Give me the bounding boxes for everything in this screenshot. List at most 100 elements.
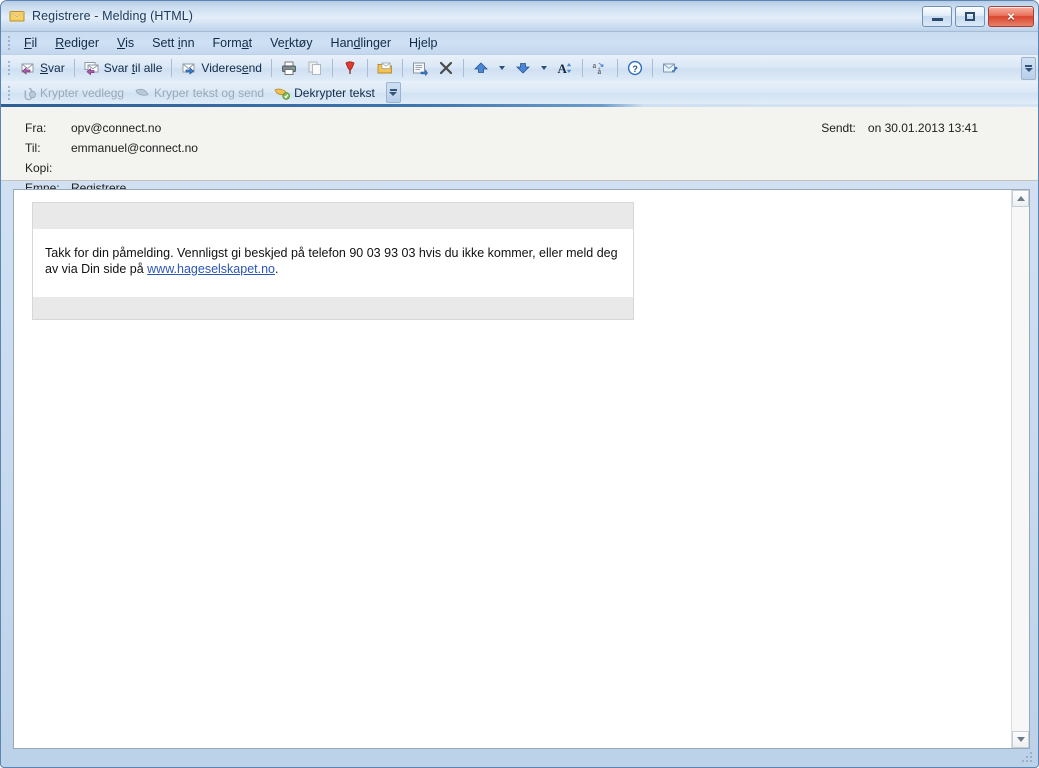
menu-item-vis[interactable]: Vis — [108, 34, 143, 52]
sent-info: Sendt: on 30.01.2013 13:41 — [821, 118, 978, 138]
menu-bar: Fil Rediger Vis Sett inn Format Verktøy … — [1, 32, 1038, 55]
reply-button[interactable]: Svar — [15, 57, 70, 79]
translate-icon: a å — [592, 60, 608, 76]
encrypt-attachment-button[interactable]: Krypter vedlegg — [15, 82, 129, 104]
forward-button[interactable]: Videresend — [176, 57, 267, 79]
toolbar-separator — [331, 59, 333, 77]
window-resize-grip[interactable] — [1021, 751, 1034, 764]
delete-button[interactable] — [433, 57, 459, 79]
previous-item-up-arrow-icon — [473, 60, 489, 76]
menu-item-handlinger-label: linger — [360, 36, 392, 50]
menu-item-hjelp[interactable]: Hjelp — [400, 34, 447, 52]
toolbar-separator — [73, 59, 75, 77]
next-dropdown-caret-icon[interactable] — [540, 66, 547, 70]
encrypt-text-send-button[interactable]: Kryper tekst og send — [129, 82, 269, 104]
toolbar-options-bar — [1025, 65, 1032, 67]
message-text: Takk for din påmelding. Vennligst gi bes… — [33, 229, 633, 297]
help-button[interactable]: ? — [622, 57, 648, 79]
menu-item-rediger[interactable]: Rediger — [46, 34, 108, 52]
create-rule-icon — [412, 60, 428, 77]
reply-all-button[interactable]: Svar til alle — [79, 57, 168, 79]
svg-text:?: ? — [632, 64, 638, 74]
hageselskapet-link[interactable]: www.hageselskapet.no — [147, 262, 275, 276]
toolbar-separator — [401, 59, 403, 77]
help-question-icon: ? — [627, 60, 643, 76]
svg-text:a: a — [592, 61, 596, 70]
copy-button[interactable] — [302, 57, 328, 79]
reply-label: Svar — [40, 61, 65, 75]
translate-button[interactable]: a å — [587, 57, 613, 79]
menu-item-format-label: t — [248, 36, 253, 50]
to-label: Til: — [25, 141, 41, 155]
encrypt-attachment-label: Krypter vedlegg — [40, 85, 125, 100]
next-item-down-arrow-icon — [515, 60, 531, 76]
message-card-top-band — [33, 203, 633, 229]
menu-item-fil[interactable]: Fil — [15, 34, 46, 52]
reply-all-label: Svar til alle — [103, 61, 163, 75]
encryption-toolbar-options-bar — [389, 89, 397, 91]
minimize-button[interactable] — [922, 5, 952, 27]
maximize-button[interactable] — [955, 5, 985, 27]
main-toolbar: Svar Svar til alle Videresend A a å ? — [1, 55, 1038, 81]
print-icon — [281, 60, 297, 76]
sent-label: Sendt: — [821, 121, 856, 135]
envelope-icon — [9, 8, 25, 24]
menu-item-verktoy[interactable]: Verktøy — [261, 34, 321, 52]
menu-item-handlinger[interactable]: Handlinger — [322, 34, 400, 52]
toolbar-separator — [581, 59, 583, 77]
minimize-icon — [931, 17, 943, 21]
scrollbar-track[interactable] — [1012, 207, 1029, 731]
previous-item-button[interactable] — [468, 57, 494, 79]
close-icon: × — [1007, 8, 1015, 24]
menu-item-hjelp-label: elp — [420, 36, 438, 50]
message-card-bottom-band — [33, 297, 633, 319]
message-body-pane: Takk for din påmelding. Vennligst gi bes… — [13, 189, 1030, 749]
send-receive-button[interactable] — [657, 57, 683, 79]
next-item-button[interactable] — [510, 57, 536, 79]
attachment-encrypt-icon — [20, 85, 36, 101]
move-to-folder-button[interactable] — [372, 57, 398, 79]
encrypt-text-send-label: Kryper tekst og send — [154, 85, 265, 100]
font-size-button[interactable]: A — [552, 57, 578, 79]
body-vertical-scrollbar[interactable] — [1011, 190, 1029, 748]
copy-icon — [307, 60, 323, 76]
reply-icon — [20, 60, 36, 76]
svg-text:A: A — [557, 61, 567, 76]
decrypt-text-button[interactable]: Dekrypter tekst — [269, 82, 380, 104]
message-text-before-link: Takk for din påmelding. Vennligst gi bes… — [45, 246, 618, 276]
from-value[interactable]: opv@connect.no — [71, 118, 161, 138]
menu-item-format[interactable]: Format — [204, 34, 262, 52]
from-label: Fra: — [25, 121, 47, 135]
scroll-up-button[interactable] — [1012, 190, 1029, 207]
create-rule-button[interactable] — [407, 57, 433, 79]
email-message-window: Registrere - Melding (HTML) × Fil Redige… — [0, 0, 1039, 768]
main-toolbar-drag-handle[interactable] — [5, 60, 12, 76]
forward-icon — [181, 60, 197, 76]
menu-item-fil-label: il — [31, 36, 38, 50]
window-title: Registrere - Melding (HTML) — [32, 9, 194, 23]
toolbar-options-button[interactable] — [1021, 57, 1036, 80]
encryption-toolbar-options-button[interactable] — [385, 82, 401, 103]
menu-item-sett-inn-label: nn — [180, 36, 195, 50]
scroll-down-arrow-icon — [1016, 737, 1025, 742]
title-bar-left: Registrere - Melding (HTML) — [9, 8, 922, 24]
toolbar-separator — [462, 59, 464, 77]
print-button[interactable] — [276, 57, 302, 79]
toolbar-separator — [366, 59, 368, 77]
menu-item-verktoy-label: ktøy — [288, 36, 313, 50]
toolbar-separator — [651, 59, 653, 77]
menu-item-sett-inn[interactable]: Sett inn — [143, 34, 203, 52]
maximize-icon — [965, 11, 975, 21]
to-value[interactable]: emmanuel@connect.no — [71, 138, 198, 158]
toolbar-separator — [270, 59, 272, 77]
encryption-toolbar-options-caret-icon — [389, 92, 398, 96]
message-body-content: Takk for din påmelding. Vennligst gi bes… — [14, 190, 1011, 748]
previous-dropdown-caret-icon[interactable] — [498, 66, 505, 70]
toolbar-options-caret-icon — [1024, 68, 1033, 72]
encryption-toolbar-drag-handle[interactable] — [5, 85, 12, 101]
menu-drag-handle[interactable] — [5, 35, 12, 51]
close-button[interactable]: × — [988, 5, 1034, 27]
delete-x-icon — [438, 60, 454, 76]
scroll-down-button[interactable] — [1012, 731, 1029, 748]
follow-up-flag-button[interactable] — [337, 57, 363, 79]
